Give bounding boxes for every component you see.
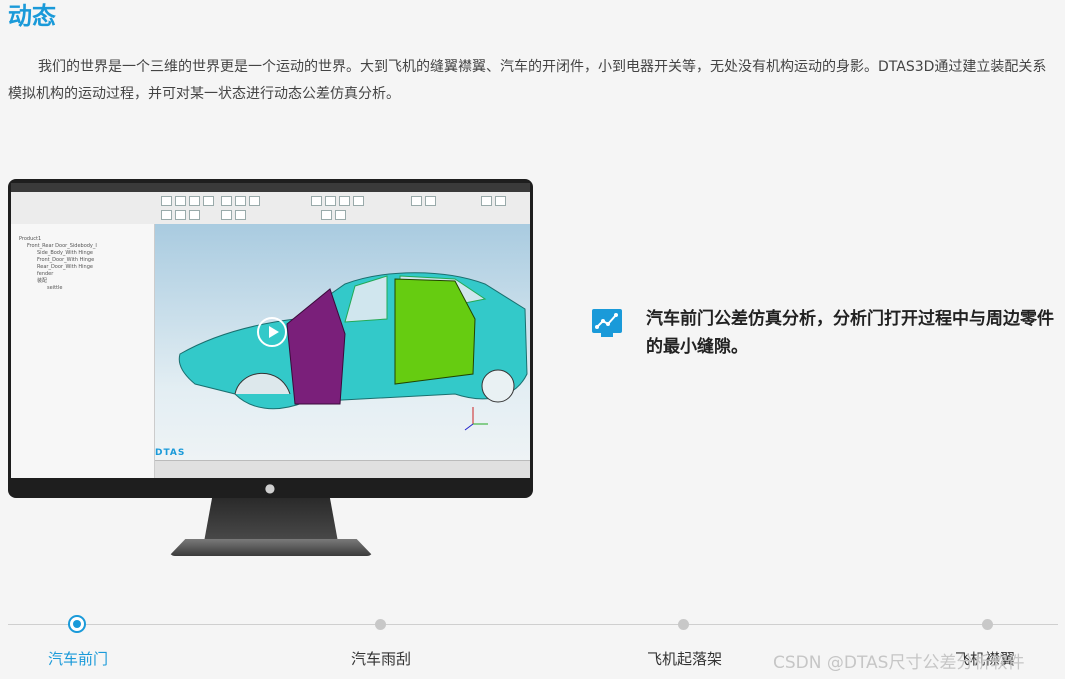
toolbar-icon [425, 196, 436, 206]
toolbar-icon [325, 196, 336, 206]
toolbar-icon [189, 210, 200, 220]
toolbar-icon [481, 196, 492, 206]
tree-item: Front_Rear Door_Sidebody_I [27, 243, 97, 249]
toolbar-icon [311, 196, 322, 206]
app-menubar [11, 183, 530, 192]
3d-viewport [155, 224, 530, 460]
timeline-label-front-door[interactable]: 汽车前门 [48, 648, 108, 669]
chart-monitor-icon [592, 309, 622, 337]
video-screen[interactable]: Product1 Front_Rear Door_Sidebody_I Side… [11, 183, 530, 478]
monitor-stand-base [169, 539, 373, 556]
tree-item: Side_Body_With Hinge [37, 250, 93, 256]
play-icon[interactable] [257, 317, 287, 347]
car-body-model [178, 272, 528, 431]
toolbar-icon [221, 210, 232, 220]
toolbar-icon [495, 196, 506, 206]
toolbar-icon [235, 196, 246, 206]
toolbar-icon [161, 196, 172, 206]
monitor-video-player[interactable]: Product1 Front_Rear Door_Sidebody_I Side… [8, 179, 533, 559]
toolbar-icon [339, 196, 350, 206]
timeline-label-landing-gear[interactable]: 飞机起落架 [647, 648, 722, 669]
apple-logo-icon: ● [264, 481, 276, 495]
toolbar-icon [175, 210, 186, 220]
monitor-stand [204, 498, 338, 542]
tree-item: Rear_Door_With Hinge [37, 264, 93, 270]
toolbar-icon [161, 210, 172, 220]
dtas-logo: DTAS [155, 448, 186, 458]
toolbar-icon [235, 210, 246, 220]
tree-item: 装配 [37, 278, 48, 284]
tree-item: Front_Door_With Hinge [37, 257, 95, 263]
toolbar-icon [221, 196, 232, 206]
chart-line-icon [595, 313, 618, 329]
tree-item: Product1 [19, 236, 42, 242]
timeline-dot-landing-gear[interactable] [678, 619, 689, 630]
toolbar-icon [353, 196, 364, 206]
timeline-label-wiper[interactable]: 汽车雨刮 [351, 648, 411, 669]
tree-item: seittle [47, 285, 63, 291]
app-toolbar [11, 192, 530, 225]
toolbar-icon [321, 210, 332, 220]
app-statusbar [155, 460, 530, 478]
toolbar-icon [189, 196, 200, 206]
toolbar-icon [411, 196, 422, 206]
toolbar-icon [249, 196, 260, 206]
watermark: CSDN @DTAS尺寸公差分析软件 [773, 653, 1025, 673]
intro-paragraph: 我们的世界是一个三维的世界更是一个运动的世界。大到飞机的缝翼襟翼、汽车的开闭件，… [8, 59, 1047, 102]
timeline-dot-wiper[interactable] [375, 619, 386, 630]
timeline-dot-front-door[interactable] [68, 615, 86, 633]
feature-description: 汽车前门公差仿真分析，分析门打开过程中与周边零件的最小缝隙。 [646, 309, 1054, 357]
timeline-track [8, 624, 1058, 625]
toolbar-icon [335, 210, 346, 220]
toolbar-icon [203, 196, 214, 206]
model-tree-panel: Product1 Front_Rear Door_Sidebody_I Side… [11, 224, 155, 478]
timeline-dot-flap[interactable] [982, 619, 993, 630]
page-title: 动态 [8, 2, 56, 30]
tree-item: fender [37, 271, 54, 277]
toolbar-icon [175, 196, 186, 206]
